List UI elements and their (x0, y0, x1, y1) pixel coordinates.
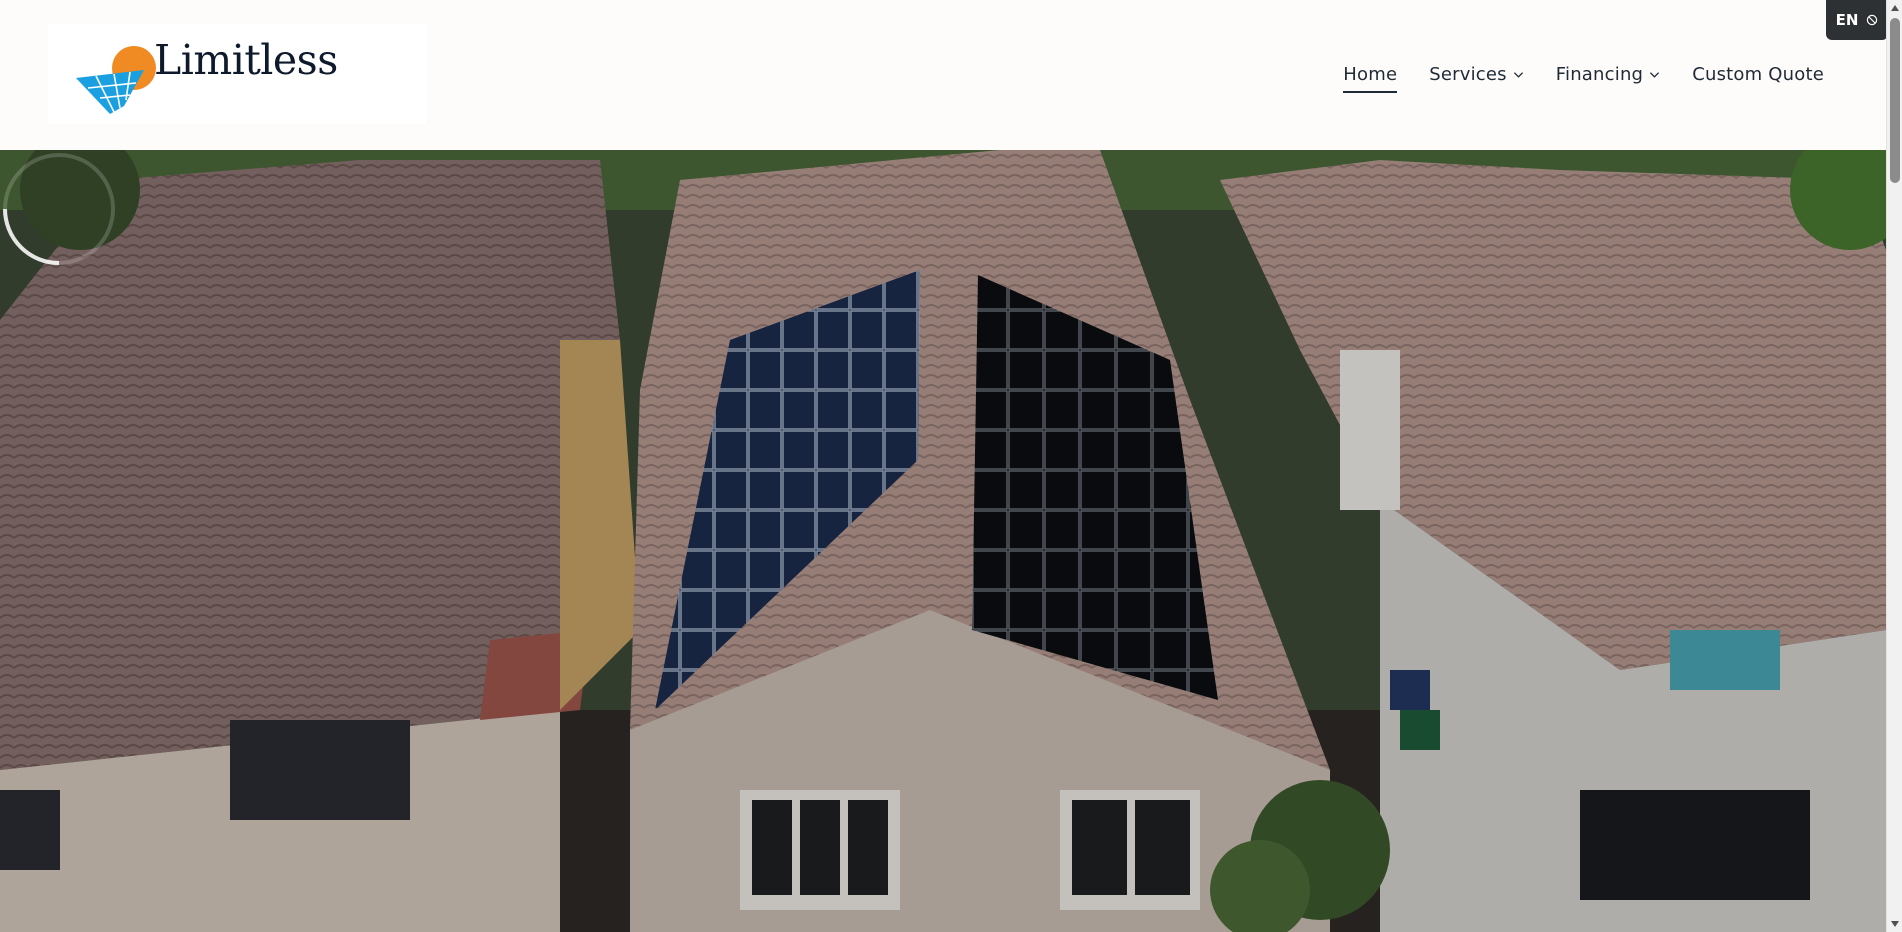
nav-home[interactable]: Home (1343, 64, 1398, 93)
nav-custom-quote[interactable]: Custom Quote (1692, 64, 1824, 85)
nav-financing[interactable]: Financing (1556, 64, 1660, 85)
page-scrollbar[interactable] (1886, 0, 1902, 932)
scroll-down-arrow-icon[interactable] (1887, 916, 1902, 932)
hero-section (0, 150, 1886, 932)
solar-panel-sun-logo (76, 46, 156, 114)
nav-home-label: Home (1343, 64, 1398, 85)
scroll-up-arrow-icon[interactable] (1887, 0, 1902, 16)
brand-name: Limitless (154, 36, 338, 84)
chevron-down-icon (1513, 72, 1523, 78)
scrollbar-thumb[interactable] (1890, 18, 1900, 183)
main-nav: Home Services Financing Custom Quote (1343, 64, 1824, 93)
nav-services[interactable]: Services (1429, 64, 1524, 85)
language-code: EN (1835, 11, 1859, 29)
logo[interactable]: Limitless (48, 24, 426, 124)
chevron-down-icon (1650, 72, 1660, 78)
nav-financing-label: Financing (1555, 64, 1644, 85)
spinner-icon (3, 153, 115, 265)
hero-overlay (0, 150, 1886, 932)
language-switcher[interactable]: EN (1826, 0, 1888, 40)
globe-icon (1867, 14, 1878, 26)
site-header: Limitless Home Services Financing Custom… (0, 0, 1886, 150)
nav-services-label: Services (1429, 64, 1507, 85)
nav-custom-quote-label: Custom Quote (1692, 64, 1824, 85)
